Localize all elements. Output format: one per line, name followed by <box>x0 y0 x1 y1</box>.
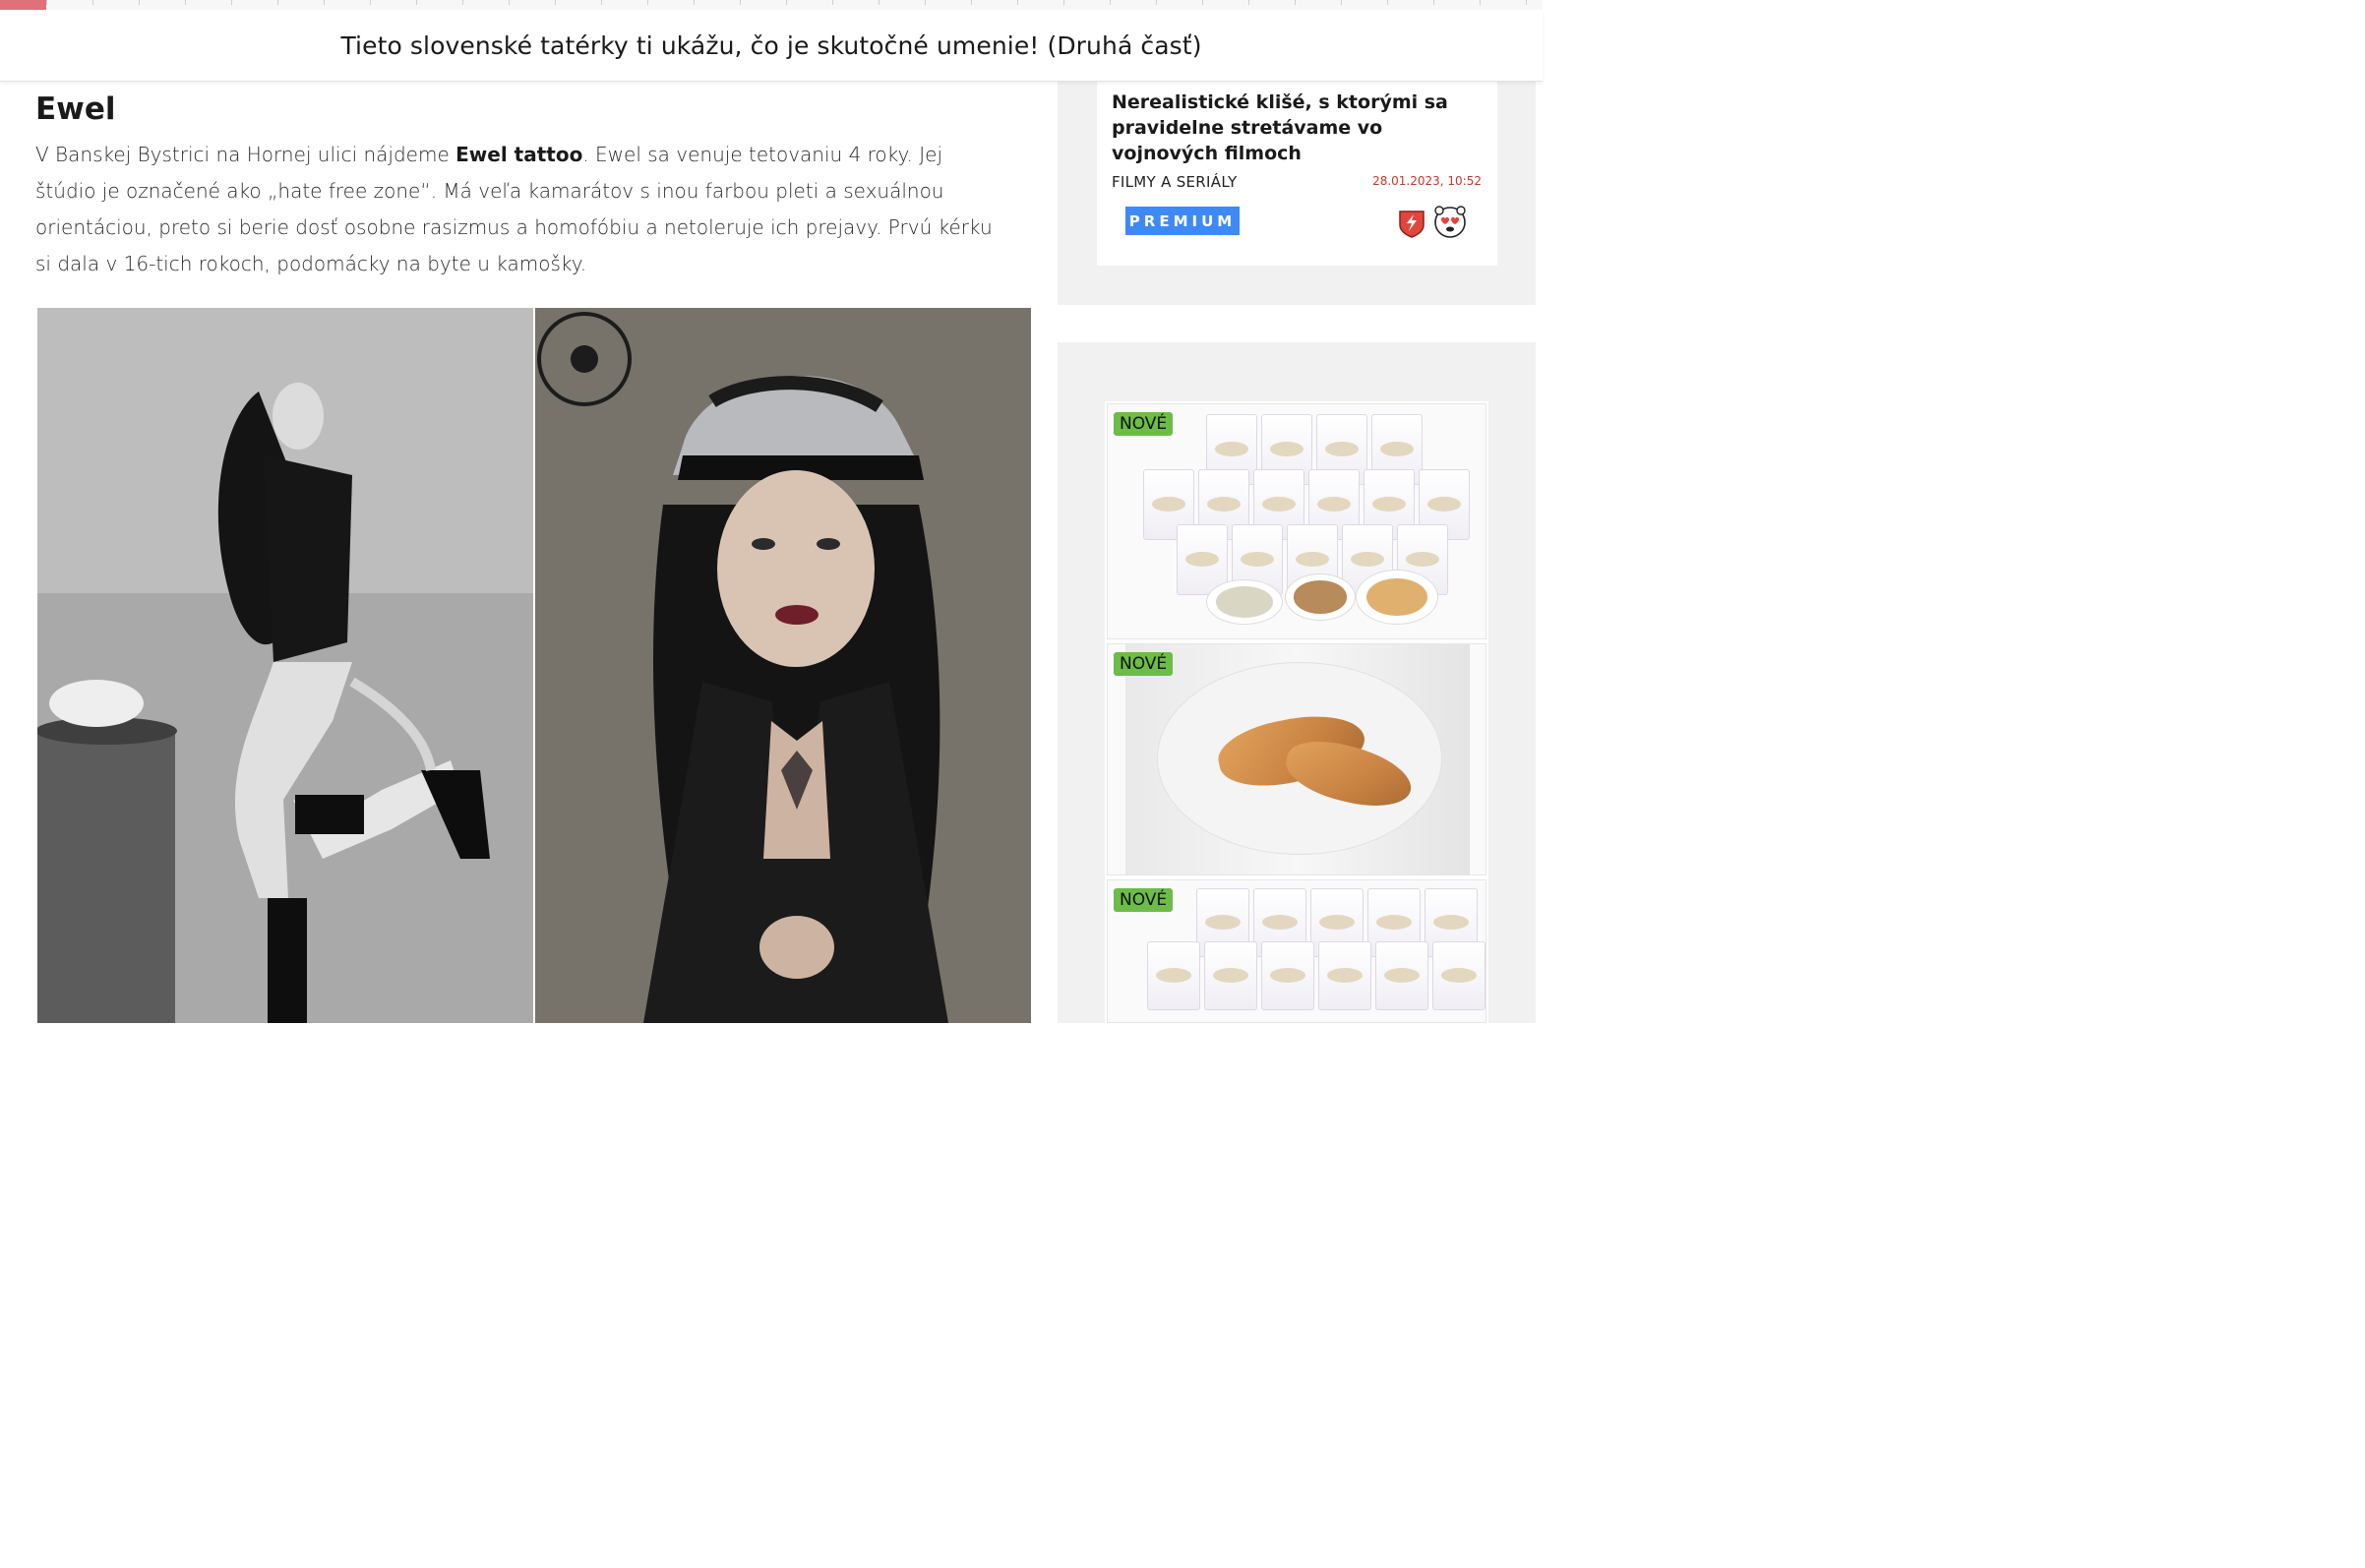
related-article-date: 28.01.2023, 10:52 <box>1372 174 1482 188</box>
angry-reaction-icon <box>1394 204 1429 239</box>
reading-progress-fill <box>0 0 47 10</box>
product-pack <box>1261 941 1314 1010</box>
ad-tile-crepe[interactable]: NOVÉ <box>1107 643 1486 875</box>
progress-tick <box>1526 0 1527 5</box>
product-pack <box>1318 941 1371 1010</box>
sticky-article-header: Tieto slovenské tatérky ti ukážu, čo je … <box>0 10 1543 82</box>
progress-tick <box>786 0 787 5</box>
progress-tick <box>462 0 463 5</box>
photo-bw-illustration <box>37 308 533 1023</box>
progress-tick <box>509 0 510 5</box>
photo-color-illustration <box>535 308 1031 1023</box>
progress-tick <box>1387 0 1388 5</box>
progress-tick <box>277 0 278 5</box>
progress-tick <box>1433 0 1434 5</box>
progress-tick <box>1248 0 1249 5</box>
progress-tick <box>740 0 741 5</box>
progress-tick <box>185 0 186 5</box>
progress-tick <box>370 0 371 5</box>
new-badge: NOVÉ <box>1114 412 1174 436</box>
crepe-plate <box>1356 570 1438 625</box>
progress-tick <box>555 0 556 5</box>
progress-tick <box>139 0 140 5</box>
product-pack <box>1204 941 1257 1010</box>
related-article-card[interactable]: Nerealistické klišé, s ktorými sa pravid… <box>1097 82 1497 266</box>
progress-tick <box>416 0 417 5</box>
progress-tick <box>1341 0 1342 5</box>
progress-tick <box>1110 0 1111 5</box>
paragraph-text-start: V Banskej Bystrici na Hornej ulici nájde… <box>35 143 456 166</box>
article-paragraph: V Banskej Bystrici na Hornej ulici nájde… <box>35 137 1004 282</box>
sidebar-related-section: Nerealistické klišé, s ktorými sa pravid… <box>1058 82 1536 305</box>
tattoo-artist-photo-color[interactable] <box>535 308 1031 1023</box>
soup-bowl <box>1206 579 1283 625</box>
progress-tick <box>1480 0 1481 5</box>
premium-badge: PREMIUM <box>1125 207 1240 235</box>
progress-tick <box>1017 0 1018 5</box>
progress-tick <box>1202 0 1203 5</box>
progress-tick <box>92 0 93 5</box>
ad-tile-products[interactable]: NOVÉ <box>1107 403 1486 639</box>
progress-tick <box>647 0 648 5</box>
progress-tick <box>694 0 695 5</box>
progress-tick <box>46 0 47 5</box>
article-photo-pair[interactable] <box>37 308 1031 1023</box>
progress-tick <box>231 0 232 5</box>
product-pack <box>1432 941 1486 1010</box>
progress-tick <box>1156 0 1157 5</box>
related-article-category[interactable]: FILMY A SERIÁLY <box>1112 173 1237 191</box>
ad-tile-products-2[interactable]: NOVÉ <box>1107 879 1486 1023</box>
progress-tick <box>971 0 972 5</box>
related-article-title[interactable]: Nerealistické klišé, s ktorými sa pravid… <box>1112 90 1486 166</box>
new-badge: NOVÉ <box>1114 888 1174 912</box>
new-badge: NOVÉ <box>1114 652 1174 676</box>
progress-tick <box>1295 0 1296 5</box>
tattoo-artist-photo-bw[interactable] <box>37 308 533 1023</box>
product-pack <box>1147 941 1200 1010</box>
soup-bowl <box>1285 573 1356 621</box>
studio-name: Ewel tattoo <box>455 143 583 166</box>
reading-progress-bar <box>0 0 1543 10</box>
progress-tick <box>601 0 602 5</box>
ketomix-ad[interactable]: NOVÉ NOVÉ NOVÉ <box>1105 401 1488 1023</box>
progress-tick <box>832 0 833 5</box>
sticky-article-title[interactable]: Tieto slovenské tatérky ti ukážu, čo je … <box>340 31 1201 60</box>
section-heading: Ewel <box>35 91 116 127</box>
product-pack <box>1375 941 1428 1010</box>
progress-tick <box>925 0 926 5</box>
love-reaction-icon <box>1432 204 1468 239</box>
sidebar-ad-block: NOVÉ NOVÉ NOVÉ <box>1058 342 1536 1023</box>
progress-tick <box>1063 0 1064 5</box>
progress-tick <box>324 0 325 5</box>
